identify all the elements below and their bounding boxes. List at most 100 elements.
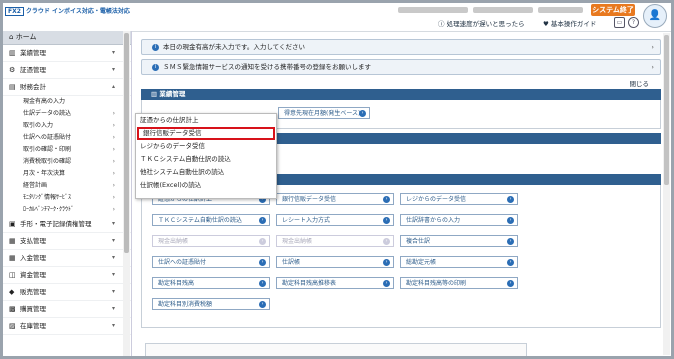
- go-icon: ›: [259, 259, 266, 266]
- balance-print-button[interactable]: 勘定科目残高等の印刷 ›: [400, 277, 518, 289]
- bottom-panel: [145, 343, 527, 356]
- go-icon: ›: [259, 301, 266, 308]
- bank-icon: ▦: [9, 254, 16, 262]
- submenu-business-plan[interactable]: 経営計画 ›: [3, 180, 131, 192]
- sidebar-item-inventory[interactable]: ▨ 在庫管理 ▾: [3, 318, 131, 335]
- sidebar-item-vouchers[interactable]: ⚙ 証憑管理 ▾: [3, 62, 131, 79]
- sidebar-item-accounting[interactable]: ▤ 財務会計 ▴: [3, 79, 131, 96]
- sidebar-scrollbar[interactable]: [123, 31, 130, 356]
- chevron-down-icon: ▾: [111, 322, 115, 329]
- go-icon: ›: [507, 196, 514, 203]
- chevron-down-icon: ▾: [111, 220, 115, 227]
- chevron-right-icon: ›: [112, 146, 115, 153]
- go-icon: ›: [359, 110, 366, 117]
- submenu-cash-balance[interactable]: 現金有高の入力: [3, 96, 131, 108]
- tkc-import-button[interactable]: ＴＫＣシステム自動仕訳の読込 ›: [152, 214, 270, 226]
- sidebar-item-receipts[interactable]: ▦ 入金管理 ▾: [3, 250, 131, 267]
- journal-dictionary-button[interactable]: 仕訳辞書からの入力 ›: [400, 214, 518, 226]
- system-end-button[interactable]: システム終了: [591, 4, 635, 16]
- sidebar-item-home[interactable]: ⌂ ホーム: [3, 31, 131, 45]
- book-icon: ▤: [9, 83, 16, 91]
- submenu-voucher-attach[interactable]: 仕訳への証憑貼付 ›: [3, 132, 131, 144]
- sidebar-item-notes[interactable]: ▣ 手形・電子記録債権管理 ▾: [3, 216, 131, 233]
- chevron-right-icon: ›: [112, 110, 115, 117]
- chevron-right-icon: ›: [112, 122, 115, 129]
- general-ledger-button[interactable]: 総勘定元帳 ›: [400, 256, 518, 268]
- go-icon: ›: [383, 238, 390, 245]
- chevron-down-icon: ▾: [111, 66, 115, 73]
- user-info-redacted: [398, 7, 468, 13]
- scrollbar-thumb[interactable]: [124, 33, 129, 253]
- popup-item-register-data[interactable]: レジからのデータ受信: [136, 140, 276, 153]
- main-scrollbar[interactable]: [663, 33, 670, 355]
- popup-item-other-import[interactable]: 他社システム自動仕訳の読込: [136, 166, 276, 179]
- gear-icon: ⚙: [9, 66, 16, 74]
- info-icon: i: [152, 63, 159, 71]
- go-icon: ›: [383, 217, 390, 224]
- bank-icon: ▦: [9, 237, 16, 245]
- app-logo: FX2 クラウド インボイス対応・電帳法対応: [5, 6, 130, 16]
- chevron-right-icon: ›: [112, 170, 115, 177]
- customer-monthly-button[interactable]: 得意先現在月額(発生ベース) ›: [278, 107, 370, 119]
- chevron-right-icon: ›: [112, 206, 115, 213]
- popup-item-bank-data[interactable]: 銀行信販データ受信: [137, 127, 275, 140]
- register-data-button[interactable]: レジからのデータ受信 ›: [400, 193, 518, 205]
- panel-journal: 証憑からの仕訳計上 › 銀行信販データ受信 › レジからのデータ受信 › ＴＫＣシステ…: [141, 185, 661, 328]
- submenu-closing[interactable]: 月次・年次決算 ›: [3, 168, 131, 180]
- sidebar-item-performance[interactable]: ▥ 業績管理 ▾: [3, 45, 131, 62]
- compound-journal-button[interactable]: 複合仕訳 ›: [400, 235, 518, 247]
- chevron-down-icon: ▾: [111, 271, 115, 278]
- sidebar-item-sales[interactable]: ◆ 販売管理 ▾: [3, 284, 131, 301]
- cash-notice[interactable]: i 本日の現金有高が未入力です。入力してください ›: [141, 39, 661, 55]
- go-icon: ›: [259, 238, 266, 245]
- top-header: FX2 クラウド インボイス対応・電帳法対応 システム終了 👤 ⓘ 処理速度が遅い…: [3, 3, 671, 32]
- app-window: FX2 クラウド インボイス対応・電帳法対応 システム終了 👤 ⓘ 処理速度が遅い…: [3, 3, 671, 356]
- screen-icon[interactable]: ▭: [614, 17, 625, 28]
- user-info-redacted: [538, 7, 583, 13]
- submenu-journal-import[interactable]: 仕訳データの読込 ›: [3, 108, 131, 120]
- submenu-monitoring[interactable]: ﾓﾆﾀﾘﾝｸﾞ情報ｻｰﾋﾞｽ ›: [3, 192, 131, 204]
- go-icon: ›: [259, 217, 266, 224]
- account-balance-button[interactable]: 勘定科目残高 ›: [152, 277, 270, 289]
- box-icon: ▨: [9, 322, 16, 330]
- go-icon: ›: [259, 280, 266, 287]
- account-tax-button[interactable]: 勘定科目別消費税額 ›: [152, 298, 270, 310]
- popup-item-tkc-import[interactable]: ＴＫＣシステム自動仕訳の読込: [136, 153, 276, 166]
- chevron-right-icon: ›: [112, 134, 115, 141]
- balance-trend-button[interactable]: 勘定科目残高推移表 ›: [276, 277, 394, 289]
- popup-item-excel-import[interactable]: 仕訳帳(Excel)の読込: [136, 179, 276, 192]
- cash-book-button[interactable]: 現金出納帳 ›: [152, 235, 270, 247]
- chevron-right-icon: ›: [112, 182, 115, 189]
- user-info-redacted: [473, 7, 533, 13]
- basic-guide-link[interactable]: ♥ 基本操作ガイド: [543, 18, 596, 28]
- chevron-down-icon: ▾: [111, 237, 115, 244]
- receipt-entry-button[interactable]: レシート入力方式 ›: [276, 214, 394, 226]
- sidebar-item-funds[interactable]: ◫ 資金管理 ▾: [3, 267, 131, 284]
- journal-book-button[interactable]: 仕訳帳 ›: [276, 256, 394, 268]
- popup-item-voucher-journal[interactable]: 証憑からの仕訳計上: [136, 114, 276, 127]
- home-icon: ⌂: [9, 33, 14, 41]
- submenu-tax-check[interactable]: 消費税取引の確認 ›: [3, 156, 131, 168]
- question-icon[interactable]: ?: [628, 17, 639, 28]
- submenu-transaction-check[interactable]: 取引の確認・印刷 ›: [3, 144, 131, 156]
- cash-book-button-2[interactable]: 現金出納帳 ›: [276, 235, 394, 247]
- bill-icon: ▣: [9, 220, 16, 228]
- close-link[interactable]: 閉じる: [141, 79, 661, 89]
- submenu-transaction-entry[interactable]: 取引の入力 ›: [3, 120, 131, 132]
- tag-icon: ◆: [9, 288, 15, 296]
- chevron-right-icon: ›: [112, 194, 115, 201]
- submenu-local-benchmark[interactable]: ﾛｰｶﾙﾍﾞﾝﾁﾏｰｸ･ｸﾗｳﾄﾞ ›: [3, 204, 131, 216]
- chevron-down-icon: ▾: [111, 254, 115, 261]
- sms-notice[interactable]: i ＳＭＳ緊急情報サービスの通知を受ける携帯番号の登録をお願いします ›: [141, 59, 661, 75]
- go-icon: ›: [507, 217, 514, 224]
- sidebar: ⌂ ホーム ▥ 業績管理 ▾ ⚙ 証憑管理 ▾ ▤ 財務会計 ▴ 現金有高の入力 仕訳データ…: [3, 31, 132, 356]
- help-speed-link[interactable]: ⓘ 処理速度が遅いと思ったら: [438, 18, 525, 28]
- avatar[interactable]: 👤: [643, 4, 667, 28]
- sidebar-item-payments[interactable]: ▦ 支払管理 ▾: [3, 233, 131, 250]
- bank-data-button[interactable]: 銀行信販データ受信 ›: [276, 193, 394, 205]
- sidebar-item-purchasing[interactable]: ▩ 購買管理 ▾: [3, 301, 131, 318]
- go-icon: ›: [507, 280, 514, 287]
- voucher-attach-button[interactable]: 仕訳への証憑貼付 ›: [152, 256, 270, 268]
- scrollbar-thumb[interactable]: [664, 35, 669, 185]
- cart-icon: ▩: [9, 305, 16, 313]
